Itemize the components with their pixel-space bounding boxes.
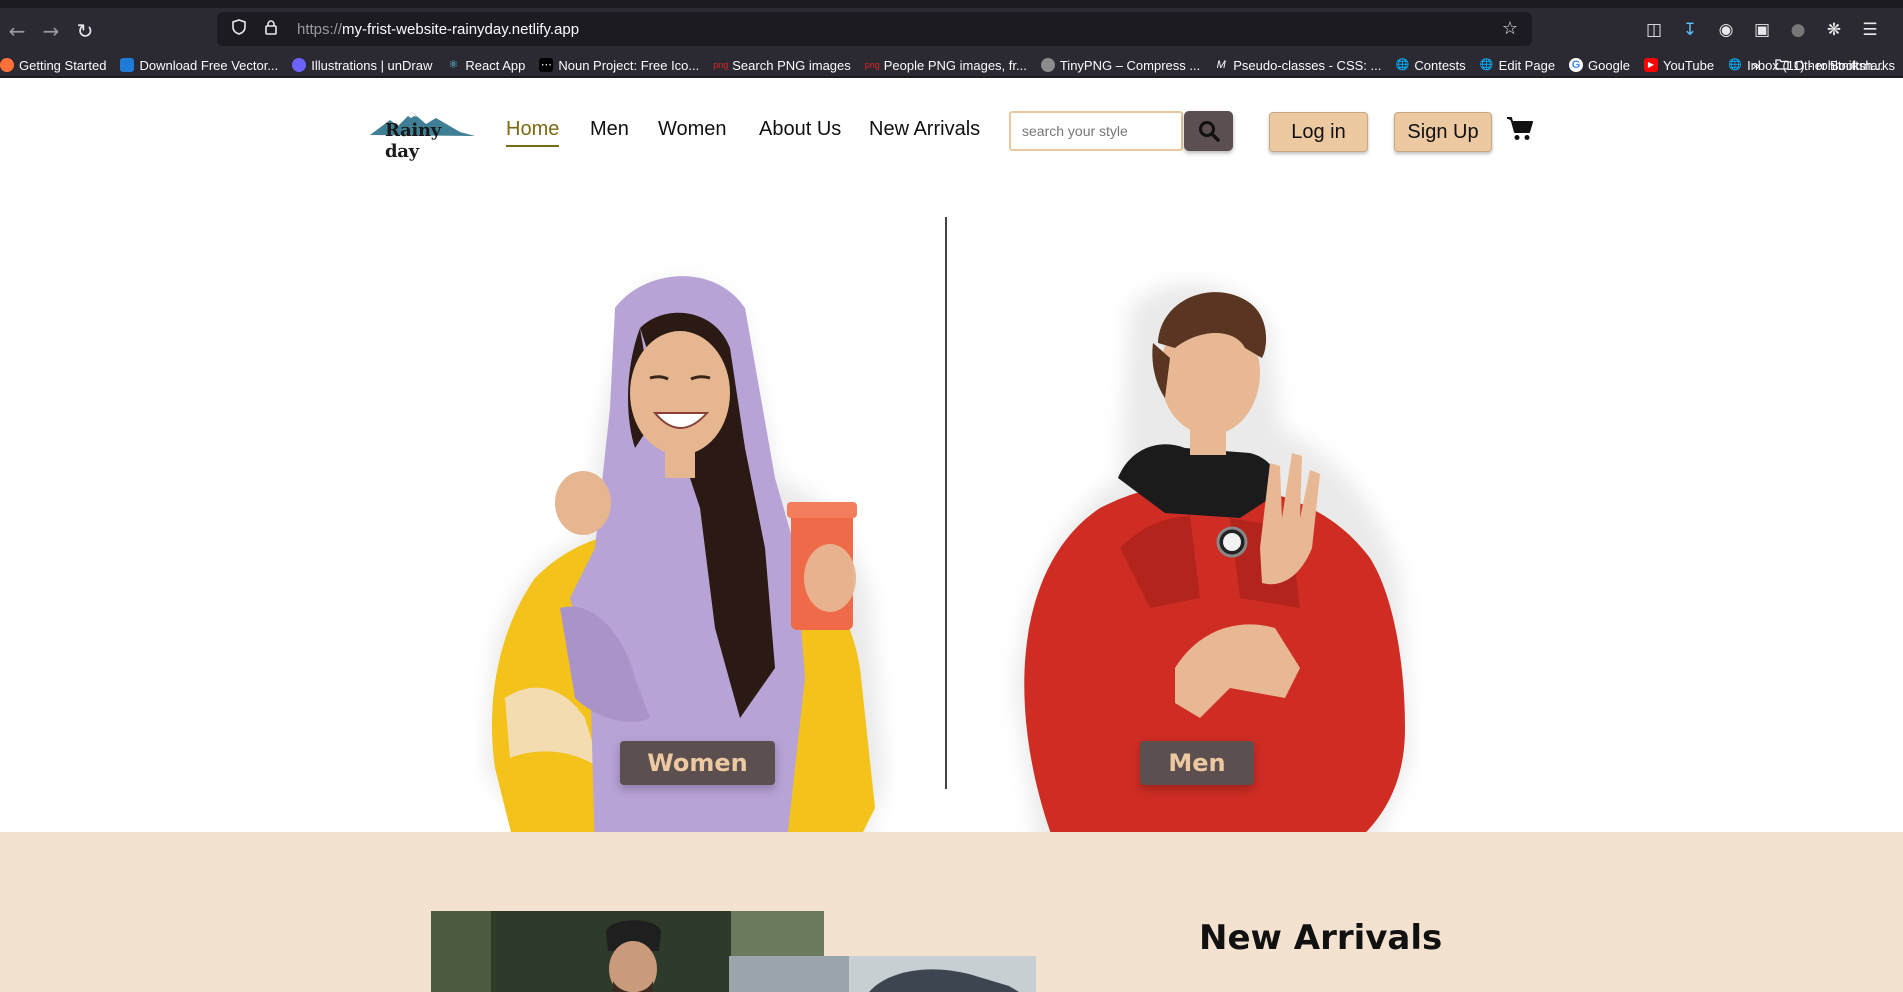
search-input[interactable]: search your style	[1009, 111, 1183, 151]
new-arrival-photo-shoes[interactable]	[729, 956, 1036, 992]
bookmark-item[interactable]: png People PNG images, fr...	[865, 58, 1027, 73]
nav-new-arrivals[interactable]: New Arrivals	[869, 118, 980, 141]
pngwing-icon: png	[864, 60, 880, 70]
account-icon[interactable]: ◉	[1712, 16, 1740, 44]
bookmark-item[interactable]: TinyPNG – Compress ...	[1040, 58, 1200, 73]
website-page: Rainy day Home Men Women About Us New Ar…	[0, 78, 1903, 992]
browser-toolbar: ← → ↻ https://my-frist-website-rainyday.…	[0, 8, 1903, 54]
url-text[interactable]: https://my-frist-website-rainyday.netlif…	[297, 21, 579, 38]
downloads-icon[interactable]: ↧	[1676, 16, 1704, 44]
bookmark-item[interactable]: ▶ YouTube	[1643, 58, 1714, 73]
react-devtools-icon[interactable]: ❋	[1820, 16, 1848, 44]
reload-icon[interactable]: ↻	[68, 14, 102, 48]
firefox-icon	[0, 58, 14, 72]
mdn-icon: M	[1216, 59, 1226, 71]
back-icon[interactable]: ←	[0, 14, 34, 48]
bookmark-item[interactable]: ⋯ Noun Project: Free Ico...	[539, 58, 699, 73]
hero-divider	[945, 217, 947, 789]
browser-titlebar	[0, 0, 1903, 8]
forward-icon[interactable]: →	[34, 14, 68, 48]
nav-home[interactable]: Home	[506, 118, 560, 147]
men-category-button[interactable]: Men	[1140, 741, 1254, 785]
shield-icon[interactable]	[229, 19, 249, 39]
noun-project-icon: ⋯	[539, 58, 554, 72]
globe-icon: 🌐	[1728, 59, 1742, 71]
search-button[interactable]	[1184, 111, 1233, 151]
search-icon	[1198, 121, 1220, 142]
menu-icon[interactable]: ☰	[1856, 16, 1884, 44]
nav-about-us[interactable]: About Us	[759, 118, 841, 141]
pngwing-icon: png	[713, 60, 729, 70]
bookmark-item[interactable]: Getting Started	[0, 58, 106, 73]
bookmark-item[interactable]: ⚛ React App	[446, 58, 525, 73]
folder-icon	[1775, 58, 1789, 73]
bookmark-item[interactable]: 🌐 Edit Page	[1480, 58, 1555, 73]
nav-men[interactable]: Men	[590, 118, 629, 141]
other-bookmarks[interactable]: Other Bookmarks	[1775, 54, 1895, 76]
tinypng-icon	[1040, 58, 1055, 72]
globe-icon: 🌐	[1479, 59, 1494, 71]
extensions-icon[interactable]: ▣	[1748, 16, 1776, 44]
vecteezy-icon	[120, 58, 135, 72]
logo-text: Rainy day	[385, 120, 441, 162]
lock-icon[interactable]	[261, 19, 281, 39]
bookmarks-overflow-icon[interactable]: »	[1752, 54, 1760, 76]
bookmark-item[interactable]: G Google	[1569, 58, 1630, 73]
new-arrivals-heading: New Arrivals	[1199, 918, 1443, 958]
globe-icon: 🌐	[1395, 59, 1410, 71]
bookmark-item[interactable]: Download Free Vector...	[120, 58, 278, 73]
undraw-icon	[292, 58, 307, 72]
bookmark-item[interactable]: Illustrations | unDraw	[292, 58, 432, 73]
address-bar[interactable]: https://my-frist-website-rainyday.netlif…	[217, 12, 1532, 46]
bookmark-item[interactable]: M Pseudo-classes - CSS: ...	[1214, 58, 1382, 73]
nav-women[interactable]: Women	[658, 118, 727, 141]
react-icon: ⚛	[448, 59, 459, 71]
pocket-icon[interactable]: ◫	[1640, 16, 1668, 44]
women-category-button[interactable]: Women	[620, 741, 775, 785]
login-button[interactable]: Log in	[1269, 112, 1368, 152]
youtube-icon: ▶	[1643, 58, 1658, 72]
bookmark-item[interactable]: png Search PNG images	[713, 58, 851, 73]
google-icon: G	[1569, 58, 1584, 72]
rainy-day-logo[interactable]: Rainy day	[370, 106, 475, 162]
bookmarks-bar: Getting Started Download Free Vector... …	[0, 54, 1903, 76]
bookmark-star-icon[interactable]: ☆	[1502, 18, 1518, 39]
cart-icon[interactable]	[1506, 116, 1534, 142]
toolbar-extensions: ◫ ↧ ◉ ▣ ● ❋ ☰	[1640, 16, 1884, 44]
extension-grey-icon[interactable]: ●	[1784, 16, 1812, 44]
bookmark-item[interactable]: 🌐 Contests	[1395, 58, 1466, 73]
signup-button[interactable]: Sign Up	[1394, 112, 1492, 152]
